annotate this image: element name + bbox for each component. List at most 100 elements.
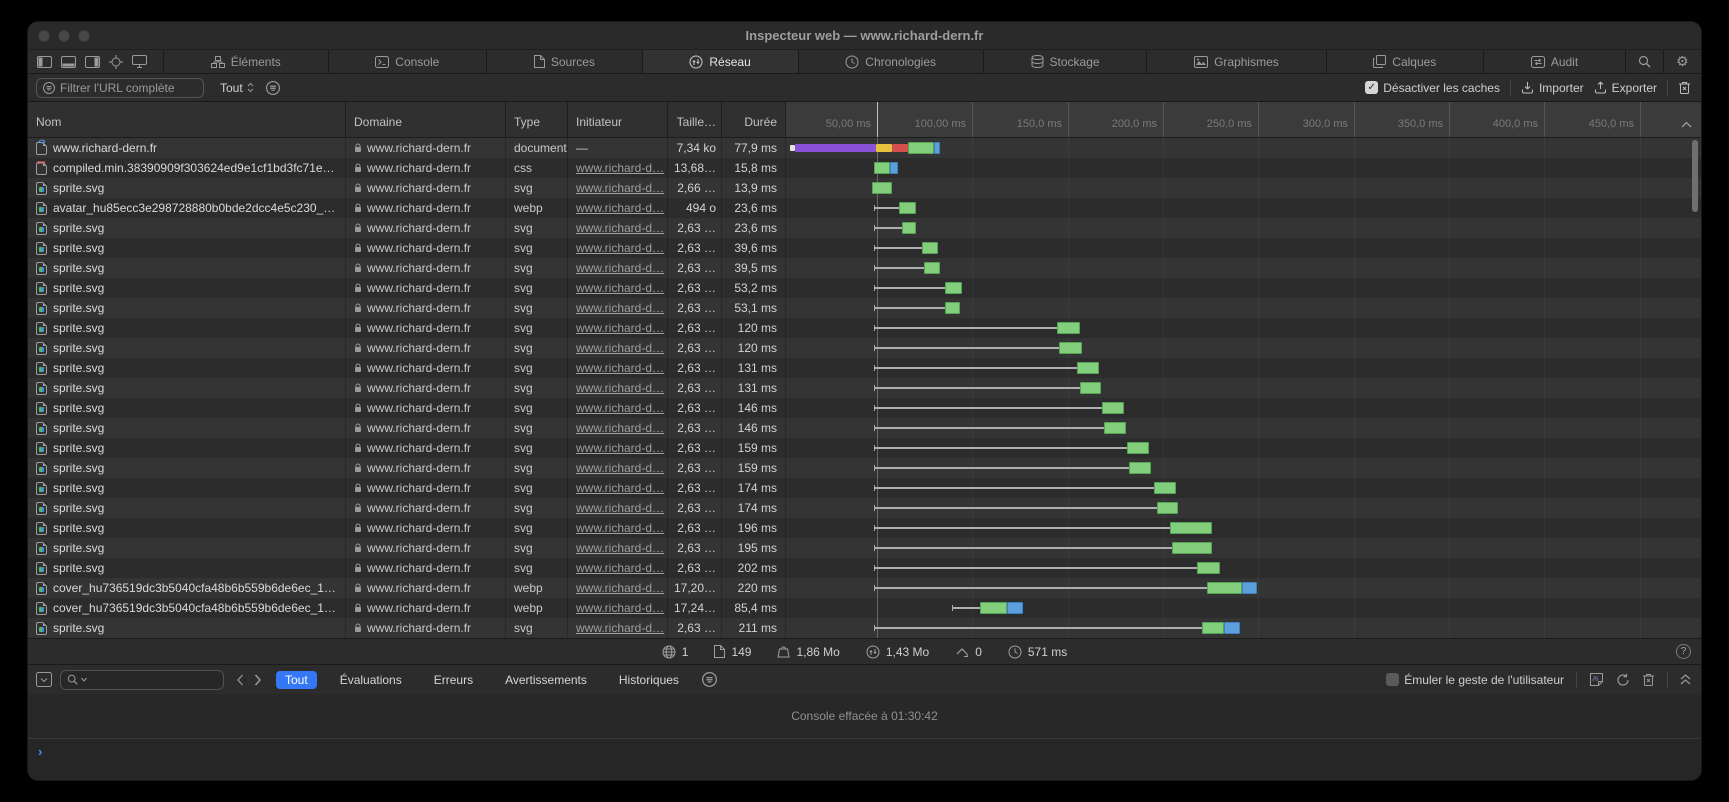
initiator-link[interactable]: www.richard-d… [576, 398, 664, 418]
console-scope-errors[interactable]: Erreurs [425, 671, 482, 689]
tab-storage[interactable]: Stockage [983, 50, 1147, 73]
network-request-row[interactable]: sprite.svgwww.richard-dern.frsvgwww.rich… [28, 378, 1701, 398]
initiator-link[interactable]: www.richard-d… [576, 538, 664, 558]
column-header-initiator[interactable]: Initiateur [568, 102, 668, 137]
network-request-row[interactable]: <>www.richard-dern.frwww.richard-dern.fr… [28, 138, 1701, 158]
column-header-duration[interactable]: Durée [722, 102, 786, 137]
expand-console-button[interactable] [1680, 674, 1691, 685]
tab-console[interactable]: Console [328, 50, 487, 73]
initiator-link[interactable]: www.richard-d… [576, 478, 664, 498]
column-header-size[interactable]: Taille… [668, 102, 722, 137]
network-request-row[interactable]: sprite.svgwww.richard-dern.frsvgwww.rich… [28, 318, 1701, 338]
network-request-row[interactable]: sprite.svgwww.richard-dern.frsvgwww.rich… [28, 558, 1701, 578]
network-request-row[interactable]: sprite.svgwww.richard-dern.frsvgwww.rich… [28, 338, 1701, 358]
network-request-row[interactable]: sprite.svgwww.richard-dern.frsvgwww.rich… [28, 298, 1701, 318]
column-header-type[interactable]: Type [506, 102, 568, 137]
dock-left-icon[interactable] [37, 56, 52, 68]
network-request-row[interactable]: sprite.svgwww.richard-dern.frsvgwww.rich… [28, 458, 1701, 478]
console-search-input[interactable] [90, 672, 210, 687]
import-button[interactable]: Importer [1521, 81, 1584, 95]
resource-type-select[interactable]: Tout [220, 81, 254, 95]
scope-options-icon[interactable] [702, 672, 717, 687]
console-prompt[interactable]: › [28, 738, 1701, 780]
network-request-row[interactable]: sprite.svgwww.richard-dern.frsvgwww.rich… [28, 418, 1701, 438]
network-request-row[interactable]: sprite.svgwww.richard-dern.frsvgwww.rich… [28, 278, 1701, 298]
network-request-row[interactable]: sprite.svgwww.richard-dern.frsvgwww.rich… [28, 618, 1701, 638]
network-request-row[interactable]: sprite.svgwww.richard-dern.frsvgwww.rich… [28, 218, 1701, 238]
initiator-link[interactable]: www.richard-d… [576, 298, 664, 318]
clear-console-button[interactable] [1642, 673, 1655, 687]
column-header-name[interactable]: Nom [28, 102, 346, 137]
network-request-row[interactable]: sprite.svgwww.richard-dern.frsvgwww.rich… [28, 518, 1701, 538]
network-request-row[interactable]: sprite.svgwww.richard-dern.frsvgwww.rich… [28, 478, 1701, 498]
tab-sources[interactable]: Sources [486, 50, 642, 73]
initiator-link[interactable]: www.richard-d… [576, 558, 664, 578]
js-context-button[interactable]: JS [1589, 672, 1604, 687]
disable-caches-toggle[interactable]: ✓ Désactiver les caches [1365, 81, 1500, 95]
settings-button[interactable]: ⚙ [1663, 50, 1701, 73]
initiator-link[interactable]: www.richard-d… [576, 378, 664, 398]
element-picker-icon[interactable] [109, 55, 123, 69]
network-request-row[interactable]: sprite.svgwww.richard-dern.frsvgwww.rich… [28, 538, 1701, 558]
collapse-waterfall-icon[interactable] [1681, 121, 1692, 128]
tab-timelines[interactable]: Chronologies [798, 50, 983, 73]
initiator-link[interactable]: www.richard-d… [576, 458, 664, 478]
initiator-link[interactable]: www.richard-d… [576, 358, 664, 378]
initiator-link[interactable]: www.richard-d… [576, 158, 664, 178]
network-request-row[interactable]: sprite.svgwww.richard-dern.frsvgwww.rich… [28, 238, 1701, 258]
next-result-button[interactable] [254, 674, 262, 686]
url-filter-field[interactable] [36, 78, 204, 98]
initiator-link[interactable]: www.richard-d… [576, 518, 664, 538]
initiator-link[interactable]: www.richard-d… [576, 258, 664, 278]
dock-bottom-icon[interactable] [61, 56, 76, 68]
console-drawer-icon[interactable] [36, 672, 52, 687]
clear-network-button[interactable] [1678, 81, 1691, 95]
initiator-link[interactable]: www.richard-d… [576, 218, 664, 238]
tab-network[interactable]: Réseau [642, 50, 798, 73]
initiator-link[interactable]: www.richard-d… [576, 438, 664, 458]
initiator-link[interactable]: www.richard-d… [576, 198, 664, 218]
network-request-row[interactable]: csscompiled.min.38390909f303624ed9e1cf1b… [28, 158, 1701, 178]
tab-elements[interactable]: Éléments [163, 50, 328, 73]
initiator-link[interactable]: www.richard-d… [576, 618, 664, 638]
initiator-link[interactable]: www.richard-d… [576, 338, 664, 358]
filter-options-button[interactable] [266, 81, 280, 95]
tab-audit[interactable]: Audit [1483, 50, 1625, 73]
network-request-row[interactable]: cover_hu736519dc3b5040cfa48b6b559b6de6ec… [28, 598, 1701, 618]
initiator-link[interactable]: www.richard-d… [576, 318, 664, 338]
initiator-link[interactable]: www.richard-d… [576, 278, 664, 298]
export-button[interactable]: Exporter [1594, 81, 1657, 95]
initiator-link[interactable]: www.richard-d… [576, 578, 664, 598]
refresh-button[interactable] [1616, 673, 1630, 687]
tab-graphics[interactable]: Graphismes [1146, 50, 1325, 73]
network-request-row[interactable]: sprite.svgwww.richard-dern.frsvgwww.rich… [28, 498, 1701, 518]
console-scope-warnings[interactable]: Avertissements [496, 671, 596, 689]
console-scope-evaluations[interactable]: Évaluations [331, 671, 411, 689]
device-icon[interactable] [132, 55, 147, 68]
network-request-row[interactable]: cover_hu736519dc3b5040cfa48b6b559b6de6ec… [28, 578, 1701, 598]
network-request-row[interactable]: avatar_hu85ecc3e298728880b0bde2dcc4e5c23… [28, 198, 1701, 218]
emulate-user-gesture-toggle[interactable]: Émuler le geste de l'utilisateur [1386, 673, 1564, 687]
vertical-scrollbar[interactable] [1692, 140, 1698, 212]
tab-layers[interactable]: Calques [1326, 50, 1484, 73]
dock-right-icon[interactable] [85, 56, 100, 68]
network-request-row[interactable]: sprite.svgwww.richard-dern.frsvgwww.rich… [28, 178, 1701, 198]
search-button[interactable] [1625, 50, 1663, 73]
network-request-row[interactable]: sprite.svgwww.richard-dern.frsvgwww.rich… [28, 398, 1701, 418]
initiator-link[interactable]: www.richard-d… [576, 238, 664, 258]
network-request-row[interactable]: sprite.svgwww.richard-dern.frsvgwww.rich… [28, 258, 1701, 278]
console-scope-logs[interactable]: Historiques [610, 671, 688, 689]
emulate-user-gesture-checkbox[interactable] [1386, 673, 1399, 686]
disable-caches-checkbox[interactable]: ✓ [1365, 81, 1378, 94]
column-header-domain[interactable]: Domaine [346, 102, 506, 137]
url-filter-input[interactable] [60, 81, 180, 95]
console-scope-all[interactable]: Tout [276, 671, 317, 689]
previous-result-button[interactable] [236, 674, 244, 686]
initiator-link[interactable]: www.richard-d… [576, 418, 664, 438]
console-search-field[interactable] [60, 670, 224, 690]
network-request-row[interactable]: sprite.svgwww.richard-dern.frsvgwww.rich… [28, 438, 1701, 458]
network-request-row[interactable]: sprite.svgwww.richard-dern.frsvgwww.rich… [28, 358, 1701, 378]
initiator-link[interactable]: www.richard-d… [576, 498, 664, 518]
help-button[interactable]: ? [1676, 644, 1691, 659]
initiator-link[interactable]: www.richard-d… [576, 598, 664, 618]
